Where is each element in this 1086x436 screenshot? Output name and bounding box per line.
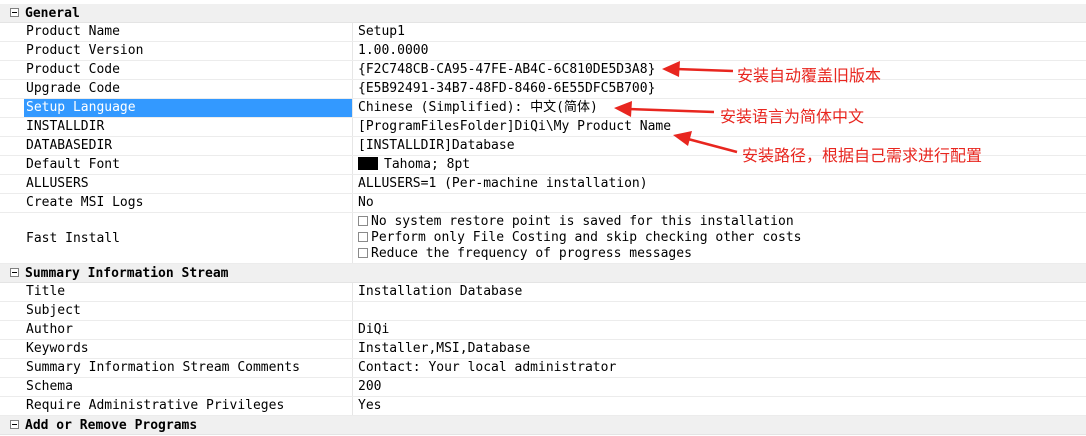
fast-install-option[interactable]: No system restore point is saved for thi… (358, 214, 1086, 230)
checkbox-label: Reduce the frequency of progress message… (371, 246, 692, 261)
property-name: Create MSI Logs (24, 194, 353, 212)
property-value[interactable]: Yes (354, 397, 1086, 415)
checkbox[interactable] (358, 216, 368, 226)
property-value[interactable]: {E5B92491-34B7-48FD-8460-6E55DFC5B700} (354, 80, 1086, 98)
property-name: ALLUSERS (24, 175, 353, 193)
property-name: INSTALLDIR (24, 118, 353, 136)
section-title: General (25, 6, 80, 21)
collapse-icon[interactable] (10, 420, 19, 429)
property-row-keywords[interactable]: Keywords Installer,MSI,Database (0, 340, 1086, 359)
property-name: Upgrade Code (24, 80, 353, 98)
property-row-product-code[interactable]: Product Code {F2C748CB-CA95-47FE-AB4C-6C… (0, 61, 1086, 80)
property-row-title[interactable]: Title Installation Database (0, 283, 1086, 302)
fast-install-options: No system restore point is saved for thi… (354, 213, 1086, 263)
property-value[interactable]: No (354, 194, 1086, 212)
property-row-fast-install[interactable]: Fast Install No system restore point is … (0, 213, 1086, 264)
collapse-icon[interactable] (10, 8, 19, 17)
property-value[interactable]: 1.00.0000 (354, 42, 1086, 60)
annotation-installdir: 安装路径，根据自己需求进行配置 (742, 146, 983, 165)
property-row-allusers[interactable]: ALLUSERS ALLUSERS=1 (Per-machine install… (0, 175, 1086, 194)
font-color-swatch (358, 157, 378, 170)
property-row-product-version[interactable]: Product Version 1.00.0000 (0, 42, 1086, 61)
property-value[interactable]: 200 (354, 378, 1086, 396)
checkbox[interactable] (358, 232, 368, 242)
section-general[interactable]: General (0, 4, 1086, 23)
property-row-subject[interactable]: Subject (0, 302, 1086, 321)
property-row-upgrade-code[interactable]: Upgrade Code {E5B92491-34B7-48FD-8460-6E… (0, 80, 1086, 99)
section-title: Summary Information Stream (25, 266, 229, 281)
section-summary-information-stream[interactable]: Summary Information Stream (0, 264, 1086, 283)
property-value[interactable]: Setup1 (354, 23, 1086, 41)
property-name: Author (24, 321, 353, 339)
property-name: Require Administrative Privileges (24, 397, 353, 415)
annotation-product-code: 安装自动覆盖旧版本 (737, 66, 882, 85)
property-row-installdir[interactable]: INSTALLDIR [ProgramFilesFolder]DiQi\My P… (0, 118, 1086, 137)
property-name: DATABASEDIR (24, 137, 353, 155)
property-row-schema[interactable]: Schema 200 (0, 378, 1086, 397)
property-value[interactable]: ALLUSERS=1 (Per-machine installation) (354, 175, 1086, 193)
annotation-setup-language: 安装语言为简体中文 (720, 107, 865, 126)
property-row-product-name[interactable]: Product Name Setup1 (0, 23, 1086, 42)
property-name: Subject (24, 302, 353, 320)
property-name: Keywords (24, 340, 353, 358)
property-grid: General Product Name Setup1 Product Vers… (0, 4, 1086, 435)
property-name: Product Name (24, 23, 353, 41)
property-name: Title (24, 283, 353, 301)
font-value: Tahoma; 8pt (384, 157, 471, 172)
property-value[interactable]: {F2C748CB-CA95-47FE-AB4C-6C810DE5D3A8} (354, 61, 1086, 79)
property-name: Default Font (24, 156, 353, 174)
property-name: Summary Information Stream Comments (24, 359, 353, 377)
property-value[interactable]: DiQi (354, 321, 1086, 339)
property-value[interactable] (354, 302, 1086, 320)
checkbox[interactable] (358, 248, 368, 258)
property-row-comments[interactable]: Summary Information Stream Comments Cont… (0, 359, 1086, 378)
fast-install-option[interactable]: Perform only File Costing and skip check… (358, 230, 1086, 246)
property-value[interactable]: Installation Database (354, 283, 1086, 301)
property-row-author[interactable]: Author DiQi (0, 321, 1086, 340)
property-row-setup-language[interactable]: Setup Language Chinese (Simplified): 中文(… (0, 99, 1086, 118)
section-add-or-remove-programs[interactable]: Add or Remove Programs (0, 416, 1086, 435)
fast-install-option[interactable]: Reduce the frequency of progress message… (358, 246, 1086, 262)
property-row-create-msi-logs[interactable]: Create MSI Logs No (0, 194, 1086, 213)
property-name: Schema (24, 378, 353, 396)
property-value[interactable]: Contact: Your local administrator (354, 359, 1086, 377)
property-value[interactable]: Installer,MSI,Database (354, 340, 1086, 358)
property-row-require-admin[interactable]: Require Administrative Privileges Yes (0, 397, 1086, 416)
property-name: Fast Install (24, 213, 353, 263)
checkbox-label: No system restore point is saved for thi… (371, 214, 794, 229)
property-name: Product Code (24, 61, 353, 79)
property-name: Setup Language (24, 99, 353, 117)
section-title: Add or Remove Programs (25, 418, 198, 433)
collapse-icon[interactable] (10, 268, 19, 277)
property-name: Product Version (24, 42, 353, 60)
checkbox-label: Perform only File Costing and skip check… (371, 230, 802, 245)
